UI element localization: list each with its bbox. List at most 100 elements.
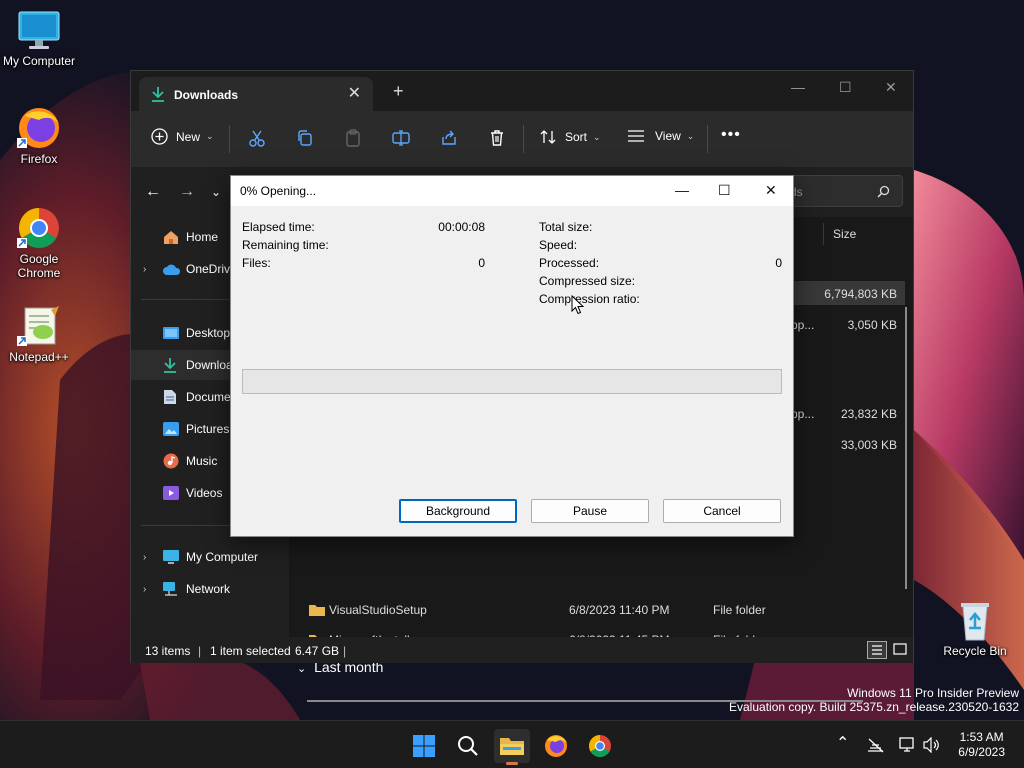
volume-icon[interactable] xyxy=(923,737,941,753)
search-icon xyxy=(458,736,478,756)
chevron-down-icon: ⌄ xyxy=(686,130,695,141)
close-icon[interactable]: ✕ xyxy=(765,182,777,199)
status-item-count: 13 items xyxy=(145,644,191,658)
folder-icon xyxy=(309,605,325,616)
share-icon[interactable] xyxy=(440,129,458,147)
view-button[interactable]: View ⌄ xyxy=(627,129,694,143)
recycle-bin-icon xyxy=(961,603,989,641)
tab-close-icon[interactable]: ✕ xyxy=(348,83,361,103)
taskbar-firefox[interactable] xyxy=(538,729,574,763)
tiles-view-icon[interactable] xyxy=(891,641,909,659)
maximize-icon[interactable]: ☐ xyxy=(718,182,731,199)
file-date: 6/8/2023 11:40 PM xyxy=(569,603,670,617)
start-button[interactable] xyxy=(406,729,442,763)
table-row[interactable]: VisualStudioSetup 6/8/2023 11:40 PM File… xyxy=(307,600,907,620)
status-bar: 13 items | 1 item selected 6.47 GB | xyxy=(131,637,913,663)
new-tab-icon[interactable]: + xyxy=(393,82,404,100)
toolbar-divider xyxy=(229,125,230,153)
files-value: 0 xyxy=(478,256,485,270)
tab-downloads[interactable]: Downloads ✕ xyxy=(139,77,373,111)
extraction-progress-dialog[interactable]: 0% Opening... — ☐ ✕ Elapsed time: 00:00:… xyxy=(230,175,794,537)
copy-icon[interactable] xyxy=(296,129,314,147)
rename-icon[interactable] xyxy=(392,129,410,147)
taskbar-search-button[interactable] xyxy=(450,729,486,763)
desktop-icon-my-computer[interactable]: My Computer xyxy=(0,10,78,68)
desktop-icon-firefox[interactable]: Firefox xyxy=(0,106,78,166)
taskbar-chrome[interactable] xyxy=(582,729,618,763)
sort-button-label: Sort xyxy=(565,130,588,144)
background-button[interactable]: Background xyxy=(399,499,517,523)
minimize-icon[interactable]: — xyxy=(791,79,805,95)
cut-icon[interactable] xyxy=(248,129,266,147)
more-options-icon[interactable]: ••• xyxy=(721,126,741,144)
delete-icon[interactable] xyxy=(488,129,506,147)
horizontal-scrollbar[interactable] xyxy=(307,700,863,702)
compression-ratio-label: Compression ratio: xyxy=(539,292,640,306)
back-arrow-icon[interactable]: ← xyxy=(145,183,161,201)
chevron-down-icon: ⌄ xyxy=(593,131,601,142)
new-button[interactable]: New ⌄ xyxy=(151,128,214,145)
nav-item-my-computer[interactable]: › My Computer xyxy=(131,542,289,572)
file-name: VisualStudioSetup xyxy=(329,603,427,617)
clock-time: 1:53 AM xyxy=(959,730,1004,744)
videos-icon xyxy=(163,486,179,500)
view-button-label: View xyxy=(655,129,681,143)
firefox-icon xyxy=(545,735,567,757)
network-disconnected-icon[interactable] xyxy=(867,737,885,753)
desktop-icon-recycle-bin[interactable]: Recycle Bin xyxy=(936,598,1014,658)
nav-label: Network xyxy=(186,582,231,596)
expand-chevron-icon[interactable]: › xyxy=(143,264,146,275)
nav-label: Desktop xyxy=(186,326,231,340)
pause-button[interactable]: Pause xyxy=(531,499,649,523)
plus-circle-icon xyxy=(151,128,168,145)
clock-date: 6/9/2023 xyxy=(958,745,1005,759)
maximize-icon[interactable]: ☐ xyxy=(839,79,852,96)
chevron-down-icon: ⌄ xyxy=(297,663,307,675)
chevron-down-icon: ⌄ xyxy=(206,131,214,141)
display-icon[interactable] xyxy=(899,737,917,753)
close-icon[interactable]: ✕ xyxy=(885,79,897,96)
cloud-icon xyxy=(163,264,181,275)
nav-label: Pictures xyxy=(186,422,230,436)
column-header-size[interactable]: Size xyxy=(833,227,856,241)
download-icon xyxy=(164,358,176,373)
details-view-icon[interactable] xyxy=(867,641,887,659)
system-clock[interactable]: 1:53 AM 6/9/2023 xyxy=(958,730,1005,760)
expand-chevron-icon[interactable]: › xyxy=(143,552,146,563)
recent-locations-chevron-icon[interactable]: ⌄ xyxy=(211,185,221,199)
show-hidden-icons-chevron-icon[interactable]: ⌃ xyxy=(836,733,849,753)
total-size-label: Total size: xyxy=(539,220,593,234)
dialog-title: 0% Opening... xyxy=(240,184,317,198)
nav-item-network[interactable]: › Network xyxy=(131,574,289,604)
sort-button[interactable]: Sort ⌄ xyxy=(539,129,601,145)
dialog-titlebar[interactable]: 0% Opening... — ☐ ✕ xyxy=(231,176,793,206)
monitor-icon xyxy=(163,550,179,564)
nav-label: Videos xyxy=(186,486,223,500)
remaining-time-label: Remaining time: xyxy=(242,238,329,252)
toolbar-divider xyxy=(523,125,524,153)
forward-arrow-icon[interactable]: → xyxy=(179,183,195,201)
paste-icon[interactable] xyxy=(344,129,362,147)
column-divider xyxy=(823,223,824,245)
taskbar-file-explorer[interactable] xyxy=(494,729,530,765)
desktop-icon-label: Recycle Bin xyxy=(943,644,1007,658)
expand-chevron-icon[interactable]: › xyxy=(143,584,146,595)
nav-label: My Computer xyxy=(186,550,259,564)
partial-type-cell: pp... xyxy=(791,407,815,421)
active-app-indicator xyxy=(506,762,518,765)
status-divider: | xyxy=(343,644,347,658)
desktop-icon-notepad-plus-plus[interactable]: Notepad++ xyxy=(0,304,78,364)
music-icon xyxy=(163,453,179,469)
minimize-icon[interactable]: — xyxy=(675,182,689,198)
pictures-icon xyxy=(163,422,179,436)
new-button-label: New xyxy=(176,129,201,144)
desktop-icon-label: Notepad++ xyxy=(9,350,69,364)
desktop-icon-google-chrome[interactable]: Google Chrome xyxy=(0,206,78,280)
explorer-titlebar[interactable]: Downloads ✕ + — ☐ ✕ xyxy=(131,71,913,111)
desktop-icon-label: Google Chrome xyxy=(17,252,61,280)
size-cell: 3,050 KB xyxy=(847,318,897,332)
cancel-button[interactable]: Cancel xyxy=(663,499,781,523)
monitor-icon xyxy=(18,11,60,49)
vertical-scrollbar[interactable] xyxy=(905,307,907,589)
nav-label: Docume xyxy=(186,390,231,404)
